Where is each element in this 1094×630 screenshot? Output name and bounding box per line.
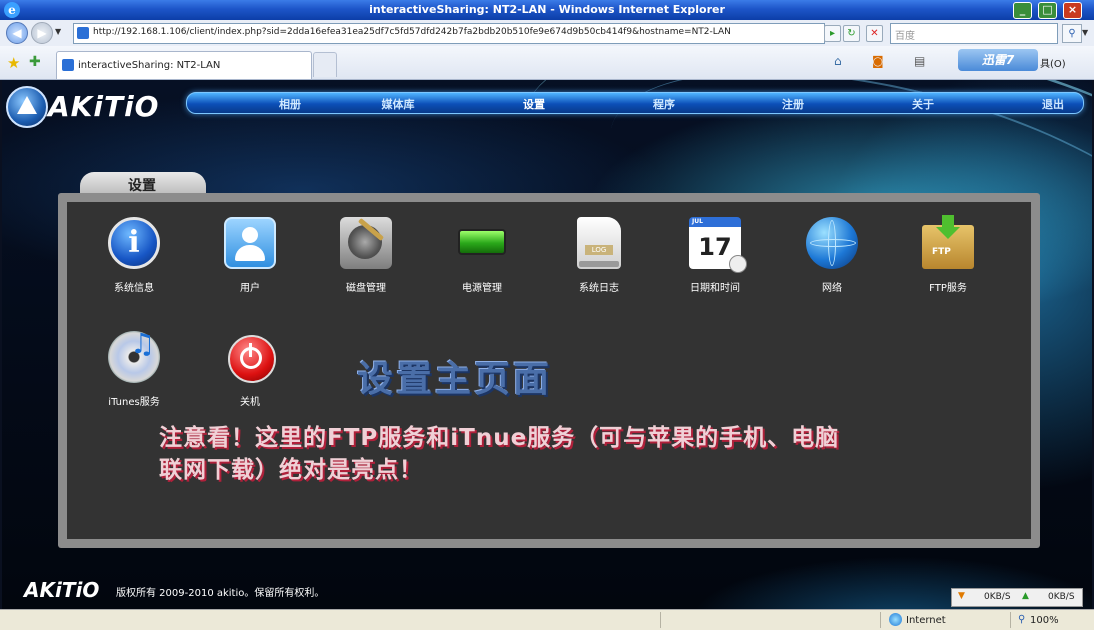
power-icon (228, 335, 276, 383)
settings-tab-label: 设置 (128, 178, 156, 194)
nav-media-library[interactable]: 媒体库 (343, 96, 453, 112)
window-title-bar: e interactiveSharing: NT2-LAN - Windows … (0, 0, 1094, 20)
home-icon[interactable]: ⌂ (834, 54, 842, 68)
settings-item-system-info[interactable]: i 系统信息 (79, 217, 189, 297)
user-icon (224, 217, 276, 269)
settings-item-label: 关机 (240, 397, 260, 408)
log-icon: LOG (577, 217, 621, 269)
stop-button[interactable]: ✕ (866, 25, 883, 42)
settings-item-shutdown[interactable]: 关机 (195, 331, 305, 411)
speed-indicator: ▼ 0KB/S ▲ 0KB/S (951, 588, 1083, 607)
nav-logout[interactable]: 退出 (998, 96, 1092, 112)
settings-item-label: 用户 (240, 283, 260, 294)
akitio-logo: AKiTiO (48, 90, 160, 123)
calendar-icon: JUL 17 (689, 217, 747, 273)
window-title: interactiveSharing: NT2-LAN - Windows In… (369, 3, 725, 16)
internet-zone-icon (889, 613, 902, 626)
close-button[interactable]: × (1063, 2, 1082, 19)
settings-item-disk-management[interactable]: 磁盘管理 (311, 217, 421, 297)
itunes-icon (108, 327, 160, 383)
xunlei-button[interactable]: 迅雷7 (958, 49, 1038, 71)
search-input[interactable]: 百度 (890, 23, 1058, 44)
nav-programs[interactable]: 程序 (609, 96, 719, 112)
security-zone[interactable]: Internet (906, 615, 946, 626)
minimize-button[interactable]: _ (1013, 2, 1032, 19)
nav-album[interactable]: 相册 (235, 96, 345, 112)
upload-arrow-icon: ▲ (1022, 591, 1029, 601)
download-speed: 0KB/S (984, 592, 1011, 602)
tab-label: interactiveSharing: NT2-LAN (78, 60, 221, 71)
back-button[interactable]: ◀ (6, 22, 28, 44)
refresh-button[interactable]: ↻ (843, 25, 860, 42)
download-arrow-icon: ▼ (958, 591, 965, 601)
status-divider (660, 612, 661, 628)
address-text: http://192.168.1.106/client/index.php?si… (93, 27, 731, 37)
address-bar[interactable]: http://192.168.1.106/client/index.php?si… (73, 23, 825, 44)
new-tab-button[interactable] (313, 52, 337, 77)
status-divider (880, 612, 881, 628)
settings-item-label: 电源管理 (462, 283, 502, 294)
settings-item-label: 磁盘管理 (346, 283, 386, 294)
settings-item-ftp-service[interactable]: FTP FTP服务 (893, 215, 1003, 297)
upload-speed: 0KB/S (1048, 592, 1075, 602)
copyright-text: 版权所有 2009-2010 akitio。保留所有权利。 (116, 588, 325, 599)
tools-menu[interactable]: 具(O) (1040, 55, 1066, 70)
status-divider (1010, 612, 1011, 628)
search-dropdown-icon[interactable]: ▼ (1082, 24, 1091, 41)
nav-settings[interactable]: 设置 (479, 96, 589, 112)
settings-item-network[interactable]: 网络 (777, 217, 887, 297)
disk-icon (340, 217, 392, 269)
status-bar: Internet ⚲ 100% (0, 609, 1094, 630)
page-favicon-icon (77, 27, 89, 39)
nav-about[interactable]: 关于 (868, 96, 978, 112)
settings-item-system-log[interactable]: LOG 系统日志 (544, 217, 654, 297)
main-nav: 相册 媒体库 设置 程序 注册 关于 退出 (186, 92, 1084, 114)
settings-item-power-management[interactable]: 电源管理 (427, 217, 537, 297)
search-icon[interactable]: ⚲ (1062, 24, 1082, 43)
zoom-level[interactable]: 100% (1030, 615, 1059, 626)
settings-item-label: 日期和时间 (690, 283, 740, 294)
overlay-title: 设置主页面 (357, 359, 553, 400)
info-icon: i (108, 217, 160, 269)
settings-item-date-time[interactable]: JUL 17 日期和时间 (660, 217, 770, 297)
zoom-icon[interactable]: ⚲ (1018, 614, 1025, 625)
nav-register[interactable]: 注册 (738, 96, 848, 112)
favorites-star-icon[interactable]: ★ (7, 54, 20, 72)
settings-item-label: iTunes服务 (108, 397, 160, 408)
settings-item-label: 系统日志 (579, 283, 619, 294)
history-dropdown-icon[interactable]: ▼ (55, 27, 61, 36)
settings-item-label: 网络 (822, 283, 842, 294)
akitio-logo-icon (6, 86, 48, 128)
maximize-button[interactable]: □ (1038, 2, 1057, 19)
print-icon[interactable]: ▤ (914, 54, 925, 68)
browser-tab[interactable]: interactiveSharing: NT2-LAN (56, 51, 312, 79)
settings-item-users[interactable]: 用户 (195, 217, 305, 297)
battery-icon (458, 229, 510, 255)
tab-bar: ★ ✚ interactiveSharing: NT2-LAN ⌂ ◙ ▤ 迅雷… (0, 46, 1094, 80)
globe-icon (806, 217, 858, 269)
settings-item-label: FTP服务 (929, 283, 967, 294)
settings-item-label: 系统信息 (114, 283, 154, 294)
add-favorite-icon[interactable]: ✚ (29, 54, 41, 70)
footer-logo: AKiTiO (24, 578, 100, 602)
settings-item-itunes-service[interactable]: iTunes服务 (79, 327, 189, 411)
address-toolbar: ◀ ▶ ▼ http://192.168.1.106/client/index.… (0, 20, 1094, 47)
tab-favicon-icon (62, 59, 74, 71)
feeds-icon[interactable]: ◙ (872, 54, 884, 68)
go-button[interactable]: ▸ (824, 25, 841, 42)
forward-button[interactable]: ▶ (31, 22, 53, 44)
annotation-text: 注意看！这里的FTP服务和iTnue服务（可与苹果的手机、电脑 联网下载）绝对是… (159, 425, 840, 483)
web-page: AKiTiO 相册 媒体库 设置 程序 注册 关于 退出 设置 i 系统信息 用… (2, 80, 1092, 609)
ftp-icon: FTP (922, 215, 974, 269)
